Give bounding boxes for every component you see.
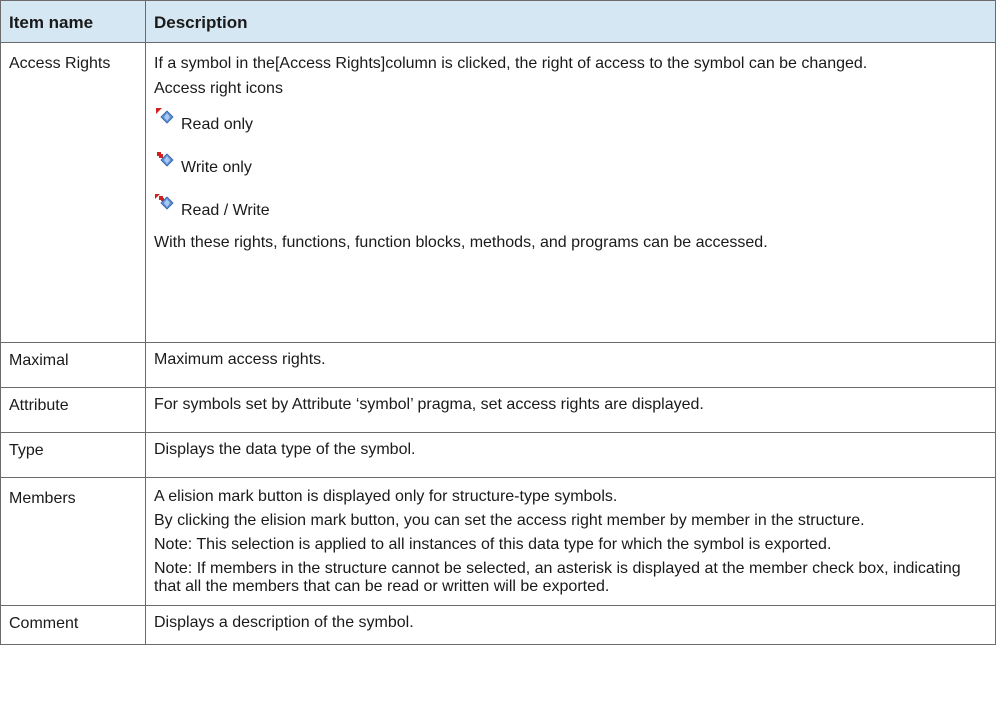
header-row: Item name Description [0,0,996,43]
members-paragraph: Note: If members in the structure cannot… [154,560,961,595]
read-only-icon [156,108,174,124]
access-icons-heading: Access right icons [154,80,283,97]
table-row-comment: Comment Displays a description of the sy… [0,605,996,645]
header-item-name: Item name [0,0,146,43]
item-name-access-rights: Access Rights [0,42,146,343]
write-only-line: Write only [154,145,987,188]
item-name-maximal: Maximal [0,342,146,388]
description-table: Item name Description Access Rights If a… [0,0,996,645]
table-row-maximal: Maximal Maximum access rights. [0,342,996,388]
item-name-comment: Comment [0,605,146,645]
members-paragraph: By clicking the elision mark button, you… [154,512,865,529]
description-maximal: Maximum access rights. [145,342,996,388]
table-row-type: Type Displays the data type of the symbo… [0,432,996,478]
read-write-label: Read / Write [181,202,270,219]
access-rights-note: With these rights, functions, function b… [154,234,768,251]
read-only-line: Read only [154,102,987,145]
read-write-icon [155,194,174,210]
item-name-type: Type [0,432,146,478]
read-write-line: Read / Write [154,188,987,231]
table-row-members: Members A elision mark button is display… [0,477,996,606]
description-comment: Displays a description of the symbol. [145,605,996,645]
table-row-access-rights: Access Rights If a symbol in the[Access … [0,42,996,343]
access-rights-intro: If a symbol in the[Access Rights]column … [154,55,868,72]
header-description: Description [145,0,996,43]
write-only-label: Write only [181,159,252,176]
item-name-attribute: Attribute [0,387,146,433]
write-only-icon [157,152,174,167]
description-type: Displays the data type of the symbol. [145,432,996,478]
description-access-rights: If a symbol in the[Access Rights]column … [145,42,996,343]
read-only-label: Read only [181,116,254,133]
description-members: A elision mark button is displayed only … [145,477,996,606]
description-attribute: For symbols set by Attribute ‘symbol’ pr… [145,387,996,433]
table-row-attribute: Attribute For symbols set by Attribute ‘… [0,387,996,433]
members-paragraph: Note: This selection is applied to all i… [154,536,832,553]
members-paragraph: A elision mark button is displayed only … [154,488,618,505]
item-name-members: Members [0,477,146,606]
